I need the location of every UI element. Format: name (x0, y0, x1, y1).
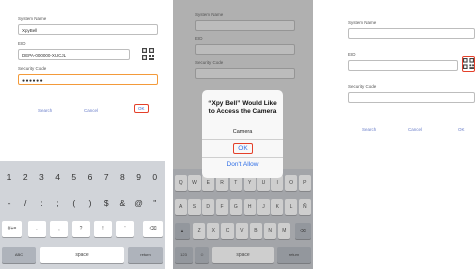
dialog-divider (202, 157, 283, 158)
cancel-button[interactable]: Cancel (84, 108, 98, 113)
screen-camera-permission: System Name EID Security Code QWERTYUIOP… (173, 0, 313, 269)
key-punctuation[interactable]: ? (72, 221, 90, 237)
key-symbol[interactable]: " (148, 195, 162, 211)
key-1[interactable]: 1 (2, 169, 16, 185)
key-7[interactable]: 7 (99, 169, 113, 185)
eid-label: EID (18, 41, 26, 46)
qr-scan-icon[interactable] (142, 48, 154, 60)
key-more-symbols[interactable]: #+= (2, 221, 22, 237)
system-name-label: System Name (348, 20, 377, 25)
numeric-keyboard: 1234567890 - /:;() $ & @ " #+=.,?! ' ⌫ ABC space… (0, 161, 165, 269)
cancel-button[interactable]: Cancel (408, 127, 422, 132)
key-punctuation[interactable]: , (50, 221, 68, 237)
key-punctuation[interactable]: ! (94, 221, 112, 237)
qr-scan-icon[interactable] (463, 58, 474, 69)
search-button[interactable]: Search (38, 108, 52, 113)
key-abc[interactable]: ABC (2, 247, 36, 263)
ok-button-highlighted[interactable]: OK (134, 104, 149, 113)
backspace-icon[interactable]: ⌫ (143, 221, 163, 237)
key-3[interactable]: 3 (34, 169, 48, 185)
key-symbol[interactable]: ; (51, 195, 65, 211)
key-8[interactable]: 8 (115, 169, 129, 185)
system-name-input[interactable]: XpyBell (18, 24, 158, 35)
key-symbol[interactable]: $ (99, 195, 113, 211)
key-symbol[interactable]: ( (67, 195, 81, 211)
screen-system-form-empty: System Name EID Security Code Search Can… (338, 0, 475, 269)
key-symbol[interactable]: : (34, 195, 48, 211)
dialog-dont-allow-button[interactable]: Don't Allow (202, 161, 283, 168)
key-symbol[interactable]: - (2, 195, 16, 211)
key-symbol[interactable]: / (18, 195, 32, 211)
key-0[interactable]: 0 (148, 169, 162, 185)
system-name-label: System Name (18, 16, 47, 21)
key-symbol[interactable]: @ (132, 195, 146, 211)
key-2[interactable]: 2 (18, 169, 32, 185)
security-code-input[interactable]: ●●●●●● (18, 74, 158, 85)
screen-system-form-filled: System Name XpyBell EID DEPA-000000-XUCJ… (0, 0, 165, 269)
security-code-input[interactable] (348, 92, 475, 103)
key-symbol[interactable]: & (115, 195, 129, 211)
key-space[interactable]: space (40, 247, 124, 263)
security-code-label: Security Code (18, 66, 47, 71)
key-6[interactable]: 6 (83, 169, 97, 185)
key-5[interactable]: 5 (67, 169, 81, 185)
key-4[interactable]: 4 (51, 169, 65, 185)
key-punctuation[interactable]: . (28, 221, 46, 237)
system-name-input[interactable] (348, 28, 475, 39)
key-symbol[interactable]: ) (83, 195, 97, 211)
dialog-message: Camera (232, 129, 253, 135)
dialog-title: “Xpy Bell” Would Like to Access the Came… (208, 100, 277, 115)
eid-input[interactable] (348, 60, 458, 71)
dialog-divider (202, 139, 283, 140)
dialog-ok-button[interactable]: OK (233, 143, 253, 154)
search-button[interactable]: Search (362, 127, 376, 132)
eid-input[interactable]: DEPA-000000-XUCJL (18, 49, 130, 60)
camera-permission-dialog: “Xpy Bell” Would Like to Access the Came… (202, 90, 283, 178)
key-9[interactable]: 9 (132, 169, 146, 185)
eid-label: EID (348, 52, 356, 57)
key-return[interactable]: return (128, 247, 163, 263)
security-code-label: Security Code (348, 84, 377, 89)
ok-button[interactable]: OK (458, 127, 465, 132)
key-punctuation[interactable]: ' (116, 221, 134, 237)
